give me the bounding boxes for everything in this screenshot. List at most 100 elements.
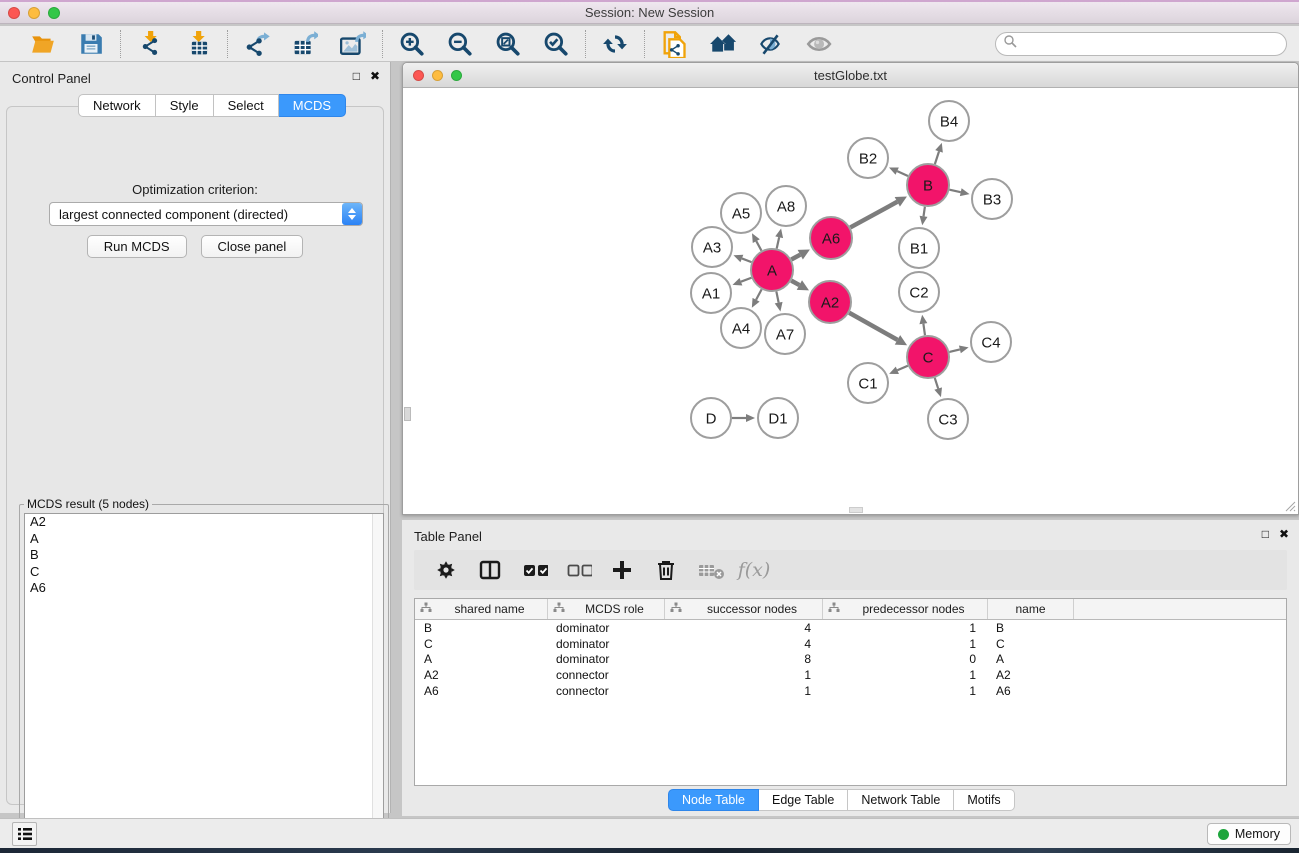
- close-panel-button[interactable]: Close panel: [201, 235, 304, 258]
- run-mcds-button[interactable]: Run MCDS: [87, 235, 187, 258]
- column-header-shared-name[interactable]: shared name: [415, 599, 547, 619]
- open-file-icon[interactable]: [28, 30, 58, 58]
- table-cell[interactable]: B: [987, 621, 1073, 635]
- table-cell[interactable]: 1: [822, 668, 987, 682]
- zoom-in-icon[interactable]: [397, 30, 427, 58]
- save-session-icon[interactable]: [76, 30, 106, 58]
- table-cell[interactable]: 4: [664, 637, 822, 651]
- network-window-titlebar[interactable]: testGlobe.txt: [403, 63, 1298, 88]
- tab-network[interactable]: Network: [78, 94, 156, 117]
- table-cell[interactable]: C: [415, 637, 547, 651]
- table-cell[interactable]: connector: [547, 668, 664, 682]
- graph-node-A4[interactable]: A4: [721, 308, 761, 348]
- table-row[interactable]: Bdominator41B: [415, 620, 1286, 636]
- graph-node-A7[interactable]: A7: [765, 314, 805, 354]
- show-graphics-icon[interactable]: [803, 30, 833, 58]
- export-image-icon[interactable]: [338, 30, 368, 58]
- network-canvas[interactable]: B4B2BB3A5A8A6B1A3AC2A1A2A4A7C4CC1C3DD1: [403, 89, 1298, 514]
- task-history-button[interactable]: [12, 822, 37, 846]
- table-cell[interactable]: B: [415, 621, 547, 635]
- graph-node-D1[interactable]: D1: [758, 398, 798, 438]
- criterion-dropdown[interactable]: largest connected component (directed): [49, 202, 363, 226]
- select-all-checkboxes-icon[interactable]: [520, 556, 548, 584]
- hide-details-icon[interactable]: [755, 30, 785, 58]
- mcds-result-item[interactable]: A: [25, 531, 383, 548]
- delete-column-icon[interactable]: [652, 556, 680, 584]
- window-bottom-handle[interactable]: [849, 507, 863, 513]
- graph-edge-C-C2[interactable]: [919, 315, 927, 335]
- table-cell[interactable]: 8: [664, 652, 822, 666]
- graph-edge-A-A2[interactable]: [791, 280, 809, 290]
- graph-edge-A2-C[interactable]: [849, 313, 907, 345]
- zoom-out-icon[interactable]: [445, 30, 475, 58]
- tab-mcds[interactable]: MCDS: [279, 94, 346, 117]
- export-table-icon[interactable]: [290, 30, 320, 58]
- graph-edge-B-B3[interactable]: [949, 188, 969, 196]
- mcds-result-item[interactable]: C: [25, 564, 383, 581]
- tab-select[interactable]: Select: [214, 94, 279, 117]
- graph-edge-C-C3[interactable]: [934, 378, 942, 397]
- graph-edge-A-A6[interactable]: [791, 249, 810, 259]
- mcds-result-item[interactable]: A2: [25, 514, 383, 531]
- tab-network-table[interactable]: Network Table: [848, 789, 954, 811]
- graph-edge-C-C4[interactable]: [949, 346, 968, 354]
- column-layout-icon[interactable]: [476, 556, 504, 584]
- table-cell[interactable]: 1: [664, 684, 822, 698]
- tab-edge-table[interactable]: Edge Table: [759, 789, 848, 811]
- refresh-icon[interactable]: [600, 30, 630, 58]
- graph-node-A5[interactable]: A5: [721, 193, 761, 233]
- table-cell[interactable]: A2: [987, 668, 1073, 682]
- table-cell[interactable]: 1: [822, 637, 987, 651]
- network-graph[interactable]: B4B2BB3A5A8A6B1A3AC2A1A2A4A7C4CC1C3DD1: [403, 89, 1298, 515]
- close-panel-icon[interactable]: ✖: [370, 69, 380, 83]
- graph-node-B3[interactable]: B3: [972, 179, 1012, 219]
- graph-edge-A-A3[interactable]: [733, 255, 751, 262]
- table-cell[interactable]: A: [415, 652, 547, 666]
- table-cell[interactable]: A6: [415, 684, 547, 698]
- table-cell[interactable]: 0: [822, 652, 987, 666]
- graph-node-C4[interactable]: C4: [971, 322, 1011, 362]
- table-cell[interactable]: dominator: [547, 637, 664, 651]
- graph-edge-A-A8[interactable]: [775, 228, 783, 248]
- settings-gear-icon[interactable]: [432, 556, 460, 584]
- graph-edge-A-A1[interactable]: [733, 278, 752, 286]
- graph-node-A[interactable]: A: [751, 249, 793, 291]
- unselect-all-checkboxes-icon[interactable]: [564, 556, 592, 584]
- memory-button[interactable]: Memory: [1207, 823, 1291, 845]
- graph-edge-B-B4[interactable]: [935, 143, 943, 164]
- search-box[interactable]: [995, 32, 1287, 56]
- table-row[interactable]: A6connector11A6: [415, 683, 1286, 699]
- graph-node-C[interactable]: C: [907, 336, 949, 378]
- mcds-result-item[interactable]: B: [25, 547, 383, 564]
- graph-node-A1[interactable]: A1: [691, 273, 731, 313]
- float-table-panel-icon[interactable]: □: [1262, 527, 1269, 541]
- table-cell[interactable]: C: [987, 637, 1073, 651]
- search-input[interactable]: [1018, 34, 1286, 54]
- graph-node-C2[interactable]: C2: [899, 272, 939, 312]
- float-panel-icon[interactable]: □: [353, 69, 360, 83]
- column-header-MCDS-role[interactable]: MCDS role: [547, 599, 664, 619]
- column-header-predecessor-nodes[interactable]: predecessor nodes: [822, 599, 987, 619]
- add-column-icon[interactable]: [608, 556, 636, 584]
- graph-node-B2[interactable]: B2: [848, 138, 888, 178]
- graph-edge-D-D1[interactable]: [732, 414, 755, 422]
- close-table-panel-icon[interactable]: ✖: [1279, 527, 1289, 541]
- table-cell[interactable]: A6: [987, 684, 1073, 698]
- zoom-fit-icon[interactable]: [493, 30, 523, 58]
- import-table-icon[interactable]: [183, 30, 213, 58]
- column-header-successor-nodes[interactable]: successor nodes: [664, 599, 822, 619]
- graph-node-B4[interactable]: B4: [929, 101, 969, 141]
- zoom-selected-icon[interactable]: [541, 30, 571, 58]
- window-left-handle[interactable]: [404, 407, 411, 421]
- graph-node-B1[interactable]: B1: [899, 228, 939, 268]
- graph-edge-A-A5[interactable]: [752, 233, 762, 250]
- graph-node-A8[interactable]: A8: [766, 186, 806, 226]
- table-row[interactable]: Adominator80A: [415, 652, 1286, 668]
- table-cell[interactable]: A: [987, 652, 1073, 666]
- tab-motifs[interactable]: Motifs: [954, 789, 1014, 811]
- table-cell[interactable]: 1: [664, 668, 822, 682]
- graph-node-B[interactable]: B: [907, 164, 949, 206]
- graph-edge-B-B2[interactable]: [889, 167, 908, 176]
- tab-node-table[interactable]: Node Table: [668, 789, 759, 811]
- graph-edge-A-A7[interactable]: [775, 292, 783, 312]
